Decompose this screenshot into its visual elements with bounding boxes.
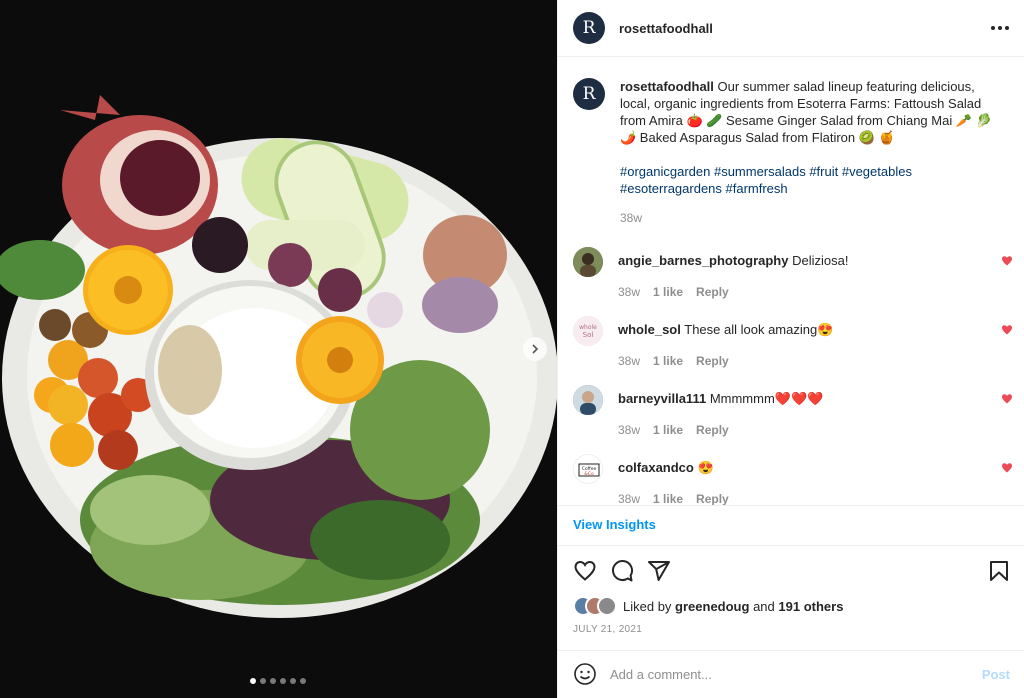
- post-header: R rosettafoodhall: [558, 0, 1024, 57]
- more-dot-icon: [1005, 26, 1009, 30]
- comment-text: Mmmmmm❤️❤️❤️: [709, 391, 824, 406]
- post-photo[interactable]: [0, 0, 557, 698]
- svg-text:&Co: &Co: [584, 471, 594, 477]
- avatar-letter: R: [582, 18, 596, 38]
- emoji-icon[interactable]: [573, 662, 597, 686]
- carousel-dot: [250, 678, 256, 684]
- carousel-dot: [270, 678, 276, 684]
- comment-age: 38w: [618, 492, 641, 506]
- caption-body: rosettafoodhall Our summer salad lineup …: [620, 78, 1005, 227]
- caption-username[interactable]: rosettafoodhall: [620, 79, 714, 94]
- comment: whole Sol whole_sol These all look amazi…: [573, 316, 1013, 376]
- comment-age: 38w: [618, 423, 641, 437]
- reply-button[interactable]: Reply: [696, 354, 729, 368]
- reply-button[interactable]: Reply: [696, 285, 729, 299]
- avatar[interactable]: [597, 596, 617, 616]
- more-dot-icon: [991, 26, 995, 30]
- comment-likes[interactable]: 1 like: [653, 492, 683, 506]
- view-insights-link[interactable]: View Insights: [573, 517, 656, 532]
- comment-icon[interactable]: [610, 559, 634, 583]
- comment: barneyvilla111 Mmmmmm❤️❤️❤️ 38w 1 like R…: [573, 385, 1013, 445]
- comment-username[interactable]: angie_barnes_photography: [618, 253, 788, 268]
- comment-meta: 38w 1 like Reply: [618, 492, 729, 506]
- svg-text:whole: whole: [579, 324, 597, 331]
- comment: angie_barnes_photography Deliziosa! 38w …: [573, 247, 1013, 307]
- liked-by-user[interactable]: greenedoug: [675, 599, 749, 614]
- liked-by-and: and: [753, 598, 775, 614]
- comment-likes[interactable]: 1 like: [653, 423, 683, 437]
- heart-icon[interactable]: [573, 559, 597, 583]
- reply-button[interactable]: Reply: [696, 423, 729, 437]
- hashtags-line[interactable]: #esoterragardens #farmfresh: [620, 180, 1005, 197]
- comment-text-line: angie_barnes_photography Deliziosa!: [618, 253, 848, 268]
- salad-plate-image: [0, 0, 557, 698]
- comment-text: Deliziosa!: [792, 253, 849, 268]
- comment-username[interactable]: barneyvilla111: [618, 391, 706, 406]
- reply-button[interactable]: Reply: [696, 492, 729, 506]
- comment-meta: 38w 1 like Reply: [618, 354, 729, 368]
- liked-by-text[interactable]: Liked by greenedoug and 191 others: [623, 599, 843, 614]
- comment-text: 😍: [697, 460, 714, 475]
- heart-filled-icon[interactable]: [1001, 462, 1013, 474]
- person-photo-icon: [573, 247, 603, 277]
- post-modal: R rosettafoodhall R rosettafoodhall Our …: [0, 0, 1024, 698]
- comment-text-line: colfaxandco 😍: [618, 460, 714, 476]
- carousel-dot: [260, 678, 266, 684]
- more-dot-icon: [998, 26, 1002, 30]
- add-comment-bar: Post: [558, 650, 1024, 698]
- comment-username[interactable]: whole_sol: [618, 322, 681, 337]
- heart-filled-icon[interactable]: [1001, 324, 1013, 336]
- caption-age: 38w: [620, 211, 643, 225]
- divider: [558, 545, 1024, 546]
- post-actions: [573, 559, 1011, 583]
- caption-hashtags[interactable]: #organicgarden #summersalads #fruit #veg…: [620, 163, 1005, 197]
- carousel-indicator: [250, 678, 306, 684]
- svg-text:Sol: Sol: [583, 331, 594, 339]
- bookmark-icon[interactable]: [987, 559, 1011, 583]
- liker-avatars: [573, 596, 623, 616]
- avatar-letter: R: [582, 84, 596, 104]
- comment-avatar[interactable]: whole Sol: [573, 316, 603, 346]
- liked-by: Liked by greenedoug and 191 others: [573, 596, 843, 616]
- chevron-right-icon: [532, 344, 539, 354]
- coffee-co-logo-icon: Coffee &Co: [574, 455, 602, 483]
- post-author-username[interactable]: rosettafoodhall: [619, 21, 713, 36]
- comment-likes[interactable]: 1 like: [653, 354, 683, 368]
- liked-by-prefix: Liked by: [623, 598, 672, 614]
- comment-meta: 38w 1 like Reply: [618, 285, 729, 299]
- comment-meta: 38w 1 like Reply: [618, 423, 729, 437]
- comment-avatar[interactable]: [573, 247, 603, 277]
- carousel-dot: [300, 678, 306, 684]
- share-icon[interactable]: [647, 559, 671, 583]
- post-date: JULY 21, 2021: [573, 624, 643, 635]
- post-comment-button[interactable]: Post: [982, 667, 1010, 682]
- comment-text: These all look amazing😍: [684, 322, 834, 337]
- comment-age: 38w: [618, 285, 641, 299]
- comment-avatar[interactable]: Coffee &Co: [573, 454, 603, 484]
- carousel-dot: [280, 678, 286, 684]
- heart-filled-icon[interactable]: [1001, 255, 1013, 267]
- next-photo-button[interactable]: [523, 337, 547, 361]
- comment-likes[interactable]: 1 like: [653, 285, 683, 299]
- comment-avatar[interactable]: [573, 385, 603, 415]
- whole-sol-logo-icon: whole Sol: [573, 316, 603, 346]
- post-side-panel: R rosettafoodhall R rosettafoodhall Our …: [557, 0, 1024, 698]
- comment-age: 38w: [618, 354, 641, 368]
- comment-text-line: whole_sol These all look amazing😍: [618, 322, 833, 338]
- more-options-button[interactable]: [991, 26, 1009, 30]
- avatar[interactable]: R: [573, 78, 605, 110]
- avatar[interactable]: R: [573, 12, 605, 44]
- comment-username[interactable]: colfaxandco: [618, 460, 694, 475]
- person-photo-icon: [573, 385, 603, 415]
- heart-filled-icon[interactable]: [1001, 393, 1013, 405]
- carousel-dot: [290, 678, 296, 684]
- comment-text-line: barneyvilla111 Mmmmmm❤️❤️❤️: [618, 391, 823, 407]
- liked-by-others[interactable]: 191 others: [778, 599, 843, 614]
- post-caption: R rosettafoodhall Our summer salad lineu…: [573, 78, 1013, 227]
- hashtags-line[interactable]: #organicgarden #summersalads #fruit #veg…: [620, 163, 1005, 180]
- divider: [558, 505, 1024, 506]
- comment-input[interactable]: [610, 666, 950, 682]
